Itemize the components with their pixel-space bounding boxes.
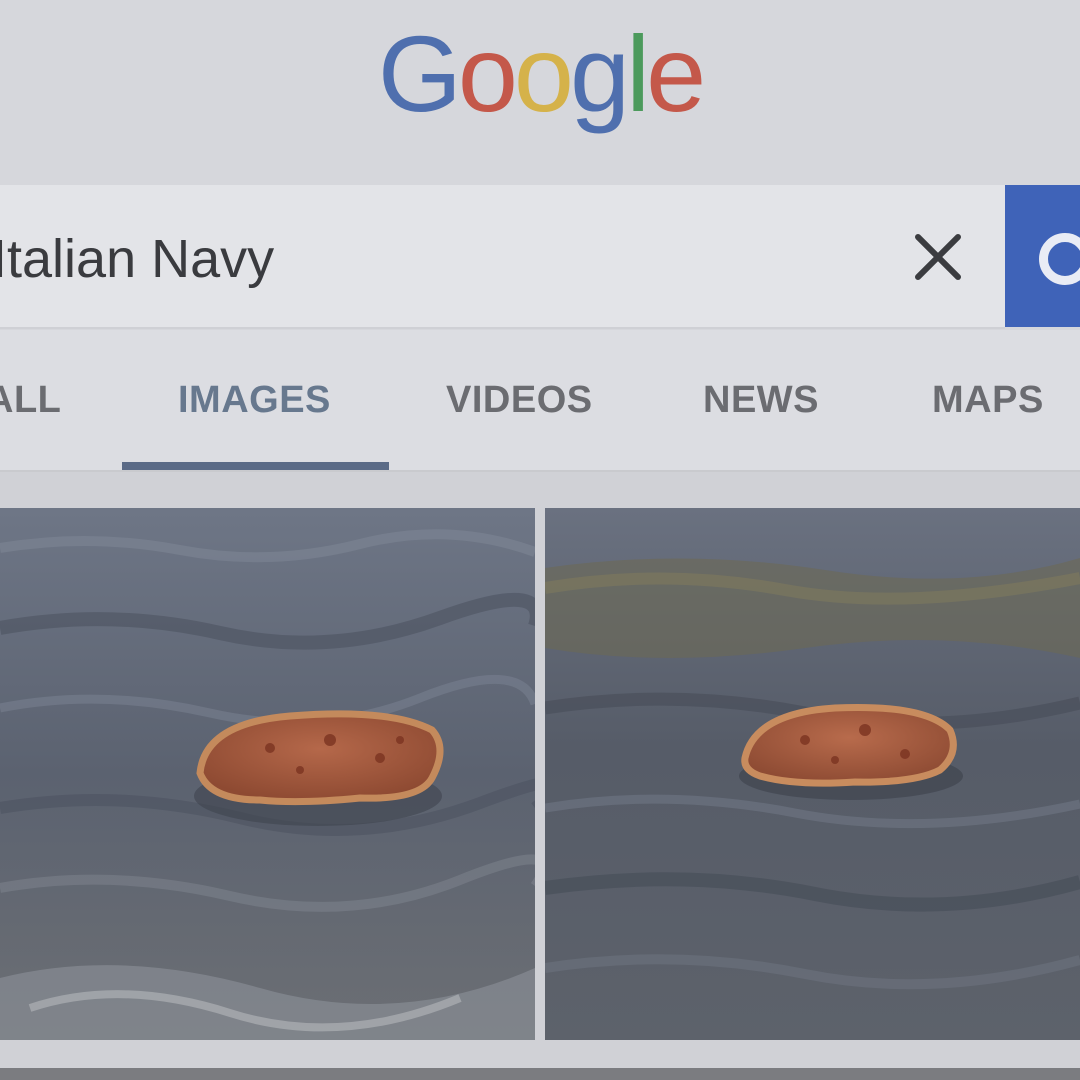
logo-letter: G <box>377 13 462 134</box>
tab-all[interactable]: ALL <box>0 378 61 422</box>
search-icon <box>1039 233 1080 285</box>
logo-letter: e <box>646 13 706 134</box>
tab-images[interactable]: IMAGES <box>178 378 331 422</box>
bottom-divider <box>0 1068 1080 1080</box>
tab-videos[interactable]: VIDEOS <box>446 378 593 422</box>
logo-letter: o <box>457 13 518 134</box>
close-icon[interactable] <box>910 229 966 285</box>
logo-letter: o <box>513 13 574 134</box>
logo-letter: g <box>570 13 630 134</box>
image-result-1[interactable] <box>0 508 535 1040</box>
google-logo[interactable]: Google <box>0 14 1080 134</box>
search-input[interactable]: Italian Navy <box>0 229 274 289</box>
search-tabs: ALL IMAGES VIDEOS NEWS MAPS <box>0 330 1080 472</box>
search-button[interactable] <box>1005 185 1080 327</box>
active-tab-indicator <box>122 462 389 470</box>
tab-news[interactable]: NEWS <box>703 378 819 422</box>
image-results-grid <box>0 472 1080 1080</box>
search-results-page: Google Italian Navy ALL IMAGES VIDEOS NE… <box>0 0 1080 1080</box>
tab-maps[interactable]: MAPS <box>932 378 1044 422</box>
logo-letter: l <box>626 13 650 134</box>
search-bar[interactable]: Italian Navy <box>0 185 1005 329</box>
image-result-2[interactable] <box>545 508 1080 1040</box>
